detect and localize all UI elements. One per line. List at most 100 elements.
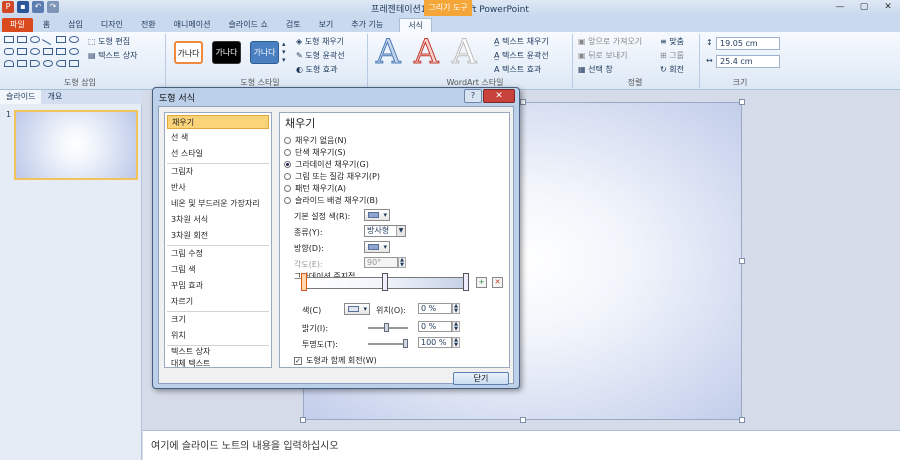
category-line-color[interactable]: 선 색 xyxy=(167,131,269,145)
text-box-button[interactable]: ▤ 텍스트 상자 xyxy=(88,50,137,61)
send-backward-button[interactable]: ▣ 뒤로 보내기 xyxy=(578,50,627,61)
brace-shape-icon[interactable] xyxy=(30,60,40,67)
category-3d-format[interactable]: 3차원 서식 xyxy=(167,213,269,227)
radio-background-fill[interactable]: 슬라이드 배경 채우기(B) xyxy=(284,195,378,206)
wordart-style-3[interactable]: A xyxy=(452,35,478,70)
tab-insert[interactable]: 삽입 xyxy=(60,18,91,32)
position-spinner[interactable]: ▲ ▼ xyxy=(452,303,460,314)
radio-solid-fill[interactable]: 단색 채우기(S) xyxy=(284,147,346,158)
tab-slideshow[interactable]: 슬라이드 쇼 xyxy=(220,18,275,32)
slide-thumbnail[interactable] xyxy=(14,110,138,180)
tab-transitions[interactable]: 전환 xyxy=(133,18,164,32)
height-input[interactable]: 19.05 cm xyxy=(716,37,780,50)
rectangle-shape-icon[interactable] xyxy=(69,60,79,67)
width-input[interactable]: 25.4 cm xyxy=(716,55,780,68)
close-icon[interactable]: ✕ xyxy=(876,0,900,14)
brightness-input[interactable]: 0 % xyxy=(418,321,452,332)
wordart-style-2[interactable]: A xyxy=(414,35,440,70)
tab-design[interactable]: 디자인 xyxy=(93,18,131,32)
tab-format[interactable]: 서식 xyxy=(399,18,433,32)
wordart-style-1[interactable]: A xyxy=(376,35,402,70)
category-3d-rotation[interactable]: 3차원 회전 xyxy=(167,229,269,243)
brace-shape-icon[interactable] xyxy=(56,60,66,67)
align-button[interactable]: ≡ 맞춤 xyxy=(660,36,684,47)
tab-review[interactable]: 검토 xyxy=(278,18,309,32)
rotate-with-shape-checkbox[interactable]: ✓ 도형과 함께 회전(W) xyxy=(294,355,377,366)
transparency-thumb[interactable] xyxy=(403,339,408,348)
style-gallery-scroll[interactable]: ▴ ▾ ▾ xyxy=(282,40,286,64)
triangle-shape-icon[interactable] xyxy=(43,48,53,55)
resize-handle[interactable] xyxy=(739,417,745,423)
category-picture-corrections[interactable]: 그림 수정 xyxy=(167,247,269,261)
category-shadow[interactable]: 그림자 xyxy=(167,165,269,179)
category-text-box[interactable]: 텍스트 상자 xyxy=(167,345,269,359)
category-picture-color[interactable]: 그림 색 xyxy=(167,263,269,277)
gradient-stop-2[interactable] xyxy=(382,273,388,291)
radio-picture-fill[interactable]: 그림 또는 질감 채우기(P) xyxy=(284,171,380,182)
shape-style-2[interactable]: 가나다 xyxy=(212,41,241,64)
rectangle-shape-icon[interactable] xyxy=(17,36,27,43)
preset-colors-dropdown[interactable]: ▾ xyxy=(364,209,390,221)
category-alt-text[interactable]: 대체 텍스트 xyxy=(167,359,269,369)
group-button[interactable]: ⊞ 그룹 xyxy=(660,50,684,61)
tab-home[interactable]: 홈 xyxy=(35,18,58,32)
transparency-spinner[interactable]: ▲ ▼ xyxy=(452,337,460,348)
oval-shape-icon[interactable] xyxy=(43,60,53,67)
rectangle-shape-icon[interactable] xyxy=(4,36,14,43)
brightness-thumb[interactable] xyxy=(384,323,389,332)
radio-pattern-fill[interactable]: 패턴 채우기(A) xyxy=(284,183,346,194)
tab-outline[interactable]: 개요 xyxy=(41,90,68,104)
rectangle-shape-icon[interactable] xyxy=(17,48,27,55)
oval-shape-icon[interactable] xyxy=(69,48,79,55)
brightness-spinner[interactable]: ▲ ▼ xyxy=(452,321,460,332)
tab-view[interactable]: 보기 xyxy=(311,18,342,32)
transparency-input[interactable]: 100 % xyxy=(418,337,452,348)
tab-animations[interactable]: 애니메이션 xyxy=(166,18,219,32)
arc-shape-icon[interactable] xyxy=(4,60,14,67)
selection-pane-button[interactable]: ▦ 선택 창 xyxy=(578,64,613,75)
transparency-slider[interactable] xyxy=(368,343,408,345)
resize-handle[interactable] xyxy=(300,417,306,423)
category-size[interactable]: 크기 xyxy=(167,313,269,327)
shape-fill-button[interactable]: ◈ 도형 채우기 xyxy=(296,36,344,47)
rectangle-shape-icon[interactable] xyxy=(56,48,66,55)
rotate-button[interactable]: ↻ 회전 xyxy=(660,64,684,75)
remove-stop-button[interactable]: ✕ xyxy=(492,277,503,288)
shape-style-3[interactable]: 가나다 xyxy=(250,41,279,64)
bring-forward-button[interactable]: ▣ 앞으로 가져오기 xyxy=(578,36,642,47)
radio-no-fill[interactable]: 채우기 없음(N) xyxy=(284,135,347,146)
text-effects-button[interactable]: A 텍스트 효과 xyxy=(494,64,541,75)
line-shape-icon[interactable] xyxy=(41,33,55,46)
category-position[interactable]: 위치 xyxy=(167,329,269,343)
oval-shape-icon[interactable] xyxy=(30,48,40,55)
direction-dropdown[interactable]: ▾ xyxy=(364,241,390,253)
resize-handle[interactable] xyxy=(520,99,526,105)
rectangle-shape-icon[interactable] xyxy=(56,36,66,43)
position-input[interactable]: 0 % xyxy=(418,303,452,314)
gradient-stop-1[interactable] xyxy=(301,273,307,291)
resize-handle[interactable] xyxy=(739,99,745,105)
minimize-icon[interactable]: — xyxy=(828,0,852,14)
rounded-rect-shape-icon[interactable] xyxy=(4,48,14,55)
resize-handle[interactable] xyxy=(739,258,745,264)
edit-shape-button[interactable]: ⬚ 도형 편집 xyxy=(88,36,130,47)
angle-spinner[interactable]: ▲ ▼ xyxy=(398,257,406,268)
close-button[interactable]: 닫기 xyxy=(453,372,509,385)
category-glow-soft-edges[interactable]: 네온 및 부드러운 가장자리 xyxy=(167,197,269,211)
tab-file[interactable]: 파일 xyxy=(2,18,33,32)
notes-pane[interactable]: 여기에 슬라이드 노트의 내용을 입력하십시오 xyxy=(143,430,900,460)
rectangle-shape-icon[interactable] xyxy=(17,60,27,67)
category-artistic-effects[interactable]: 꾸밈 효과 xyxy=(167,279,269,293)
type-select[interactable]: 방사형 ▼ xyxy=(364,225,406,237)
radio-gradient-fill[interactable]: 그라데이션 채우기(G) xyxy=(284,159,369,170)
add-stop-button[interactable]: + xyxy=(476,277,487,288)
tab-slides[interactable]: 슬라이드 xyxy=(0,90,42,104)
oval-shape-icon[interactable] xyxy=(30,36,40,43)
shape-style-1[interactable]: 가나다 xyxy=(174,41,203,64)
stop-color-dropdown[interactable]: ▾ xyxy=(344,303,370,315)
angle-input[interactable]: 90° xyxy=(364,257,398,268)
maximize-icon[interactable]: ▢ xyxy=(852,0,876,14)
text-fill-button[interactable]: A̲ 텍스트 채우기 xyxy=(494,36,549,47)
tab-addins[interactable]: 추가 기능 xyxy=(343,18,391,32)
oval-shape-icon[interactable] xyxy=(69,36,79,43)
